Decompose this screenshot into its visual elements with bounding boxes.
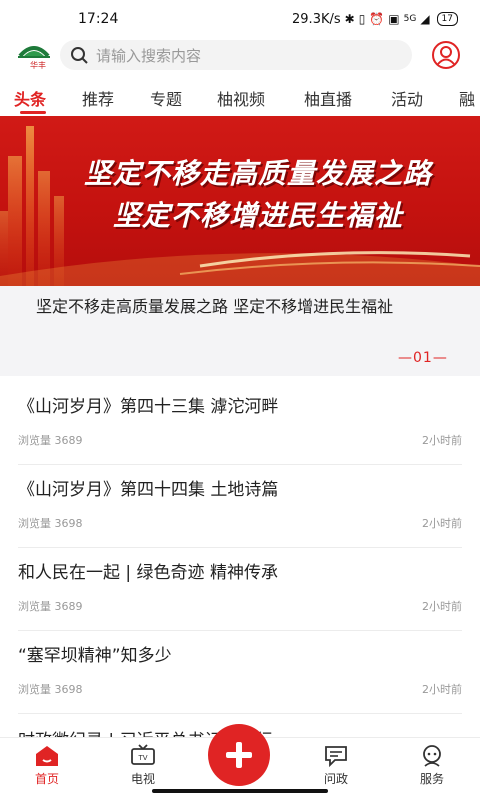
news-views: 浏览量 3698 bbox=[18, 517, 83, 530]
search-icon bbox=[68, 44, 90, 66]
tab-events[interactable]: 活动 bbox=[391, 86, 423, 110]
tab-video[interactable]: 柚视频 bbox=[217, 86, 265, 110]
banner-headline-2: 坚定不移增进民生福祉 bbox=[112, 199, 403, 232]
search-input[interactable]: 请输入搜索内容 bbox=[96, 45, 201, 66]
add-icon bbox=[226, 742, 252, 768]
banner-headline-1: 坚定不移走高质量发展之路 bbox=[83, 157, 432, 190]
tab-active-indicator bbox=[20, 111, 46, 114]
service-icon bbox=[423, 745, 441, 767]
news-time: 2小时前 bbox=[422, 434, 462, 447]
pager-dash-right: — bbox=[432, 350, 448, 366]
nav-home-label: 首页 bbox=[34, 772, 59, 786]
battery-icon: 17 bbox=[436, 12, 458, 26]
pager-number: 01 bbox=[413, 350, 433, 366]
nfc-icon: ▣ bbox=[388, 12, 400, 26]
tab-live[interactable]: 柚直播 bbox=[304, 86, 352, 110]
net-speed: 29.3K/s bbox=[292, 11, 341, 27]
news-views: 浏览量 3698 bbox=[18, 683, 83, 696]
news-time: 2小时前 bbox=[422, 600, 462, 613]
chat-icon bbox=[325, 746, 347, 768]
news-views: 浏览量 3689 bbox=[18, 600, 83, 613]
news-title: “塞罕坝精神”知多少 bbox=[18, 646, 172, 666]
news-time: 2小时前 bbox=[422, 683, 462, 696]
featured-caption[interactable]: 坚定不移走高质量发展之路 坚定不移增进民生福祉 —01— bbox=[0, 286, 480, 376]
nav-service-label: 服务 bbox=[419, 772, 444, 786]
status-time: 17:24 bbox=[78, 11, 119, 27]
logo-text: 华丰 bbox=[30, 61, 46, 70]
top-header: 华丰 请输入搜索内容 bbox=[0, 38, 480, 74]
nav-inquiry-label: 问政 bbox=[323, 772, 348, 786]
status-icons: 29.3K/s ✱ ▯ ⏰ ▣ 5G ◢ 17 bbox=[292, 12, 458, 27]
user-profile-icon[interactable] bbox=[431, 40, 461, 70]
nav-tv-label: 电视 bbox=[130, 772, 155, 786]
alarm-icon: ⏰ bbox=[369, 12, 385, 26]
tab-recommend[interactable]: 推荐 bbox=[82, 86, 114, 110]
svg-text:TV: TV bbox=[137, 754, 147, 762]
hero-banner[interactable]: 坚定不移走高质量发展之路 坚定不移增进民生福祉 bbox=[0, 116, 480, 286]
tab-headline[interactable]: 头条 bbox=[14, 86, 46, 110]
news-time: 2小时前 bbox=[422, 517, 462, 530]
carousel-pager: —01— bbox=[398, 350, 448, 366]
news-title: 《山河岁月》第四十三集 滹沱河畔 bbox=[18, 397, 279, 417]
news-views: 浏览量 3689 bbox=[18, 434, 83, 447]
home-indicator[interactable] bbox=[152, 789, 328, 793]
news-item[interactable]: 和人民在一起 | 绿色奇迹 精神传承 浏览量 3689 2小时前 bbox=[18, 548, 462, 631]
featured-title: 坚定不移走高质量发展之路 坚定不移增进民生福祉 bbox=[36, 297, 394, 316]
nav-tv[interactable]: TV 电视 bbox=[108, 744, 178, 787]
news-item[interactable]: 《山河岁月》第四十四集 土地诗篇 浏览量 3698 2小时前 bbox=[18, 465, 462, 548]
app-logo[interactable]: 华丰 bbox=[16, 40, 52, 72]
nav-service[interactable]: 服务 bbox=[397, 744, 467, 787]
news-title: 《山河岁月》第四十四集 土地诗篇 bbox=[18, 480, 279, 500]
tv-icon: TV bbox=[131, 744, 155, 765]
search-bar[interactable]: 请输入搜索内容 bbox=[60, 40, 412, 70]
category-tabs: 头条 推荐 专题 柚视频 柚直播 活动 融 bbox=[0, 80, 480, 116]
add-button[interactable] bbox=[208, 724, 270, 786]
bluetooth-icon: ✱ bbox=[344, 12, 355, 26]
home-icon bbox=[36, 746, 58, 766]
news-item[interactable]: “塞罕坝精神”知多少 浏览量 3698 2小时前 bbox=[18, 631, 462, 714]
tab-topics[interactable]: 专题 bbox=[150, 86, 182, 110]
vibrate-icon: ▯ bbox=[358, 12, 366, 26]
pager-dash-left: — bbox=[398, 350, 413, 366]
news-item[interactable]: 《山河岁月》第四十三集 滹沱河畔 浏览量 3689 2小时前 bbox=[18, 382, 462, 465]
network-label: 5G bbox=[403, 14, 417, 24]
news-title: 和人民在一起 | 绿色奇迹 精神传承 bbox=[18, 563, 278, 583]
signal-icon: ◢ bbox=[420, 12, 430, 26]
nav-home[interactable]: 首页 bbox=[12, 744, 82, 787]
nav-inquiry[interactable]: 问政 bbox=[301, 744, 371, 787]
tab-more[interactable]: 融 bbox=[459, 86, 475, 110]
status-bar: 17:24 29.3K/s ✱ ▯ ⏰ ▣ 5G ◢ 17 bbox=[0, 0, 480, 38]
